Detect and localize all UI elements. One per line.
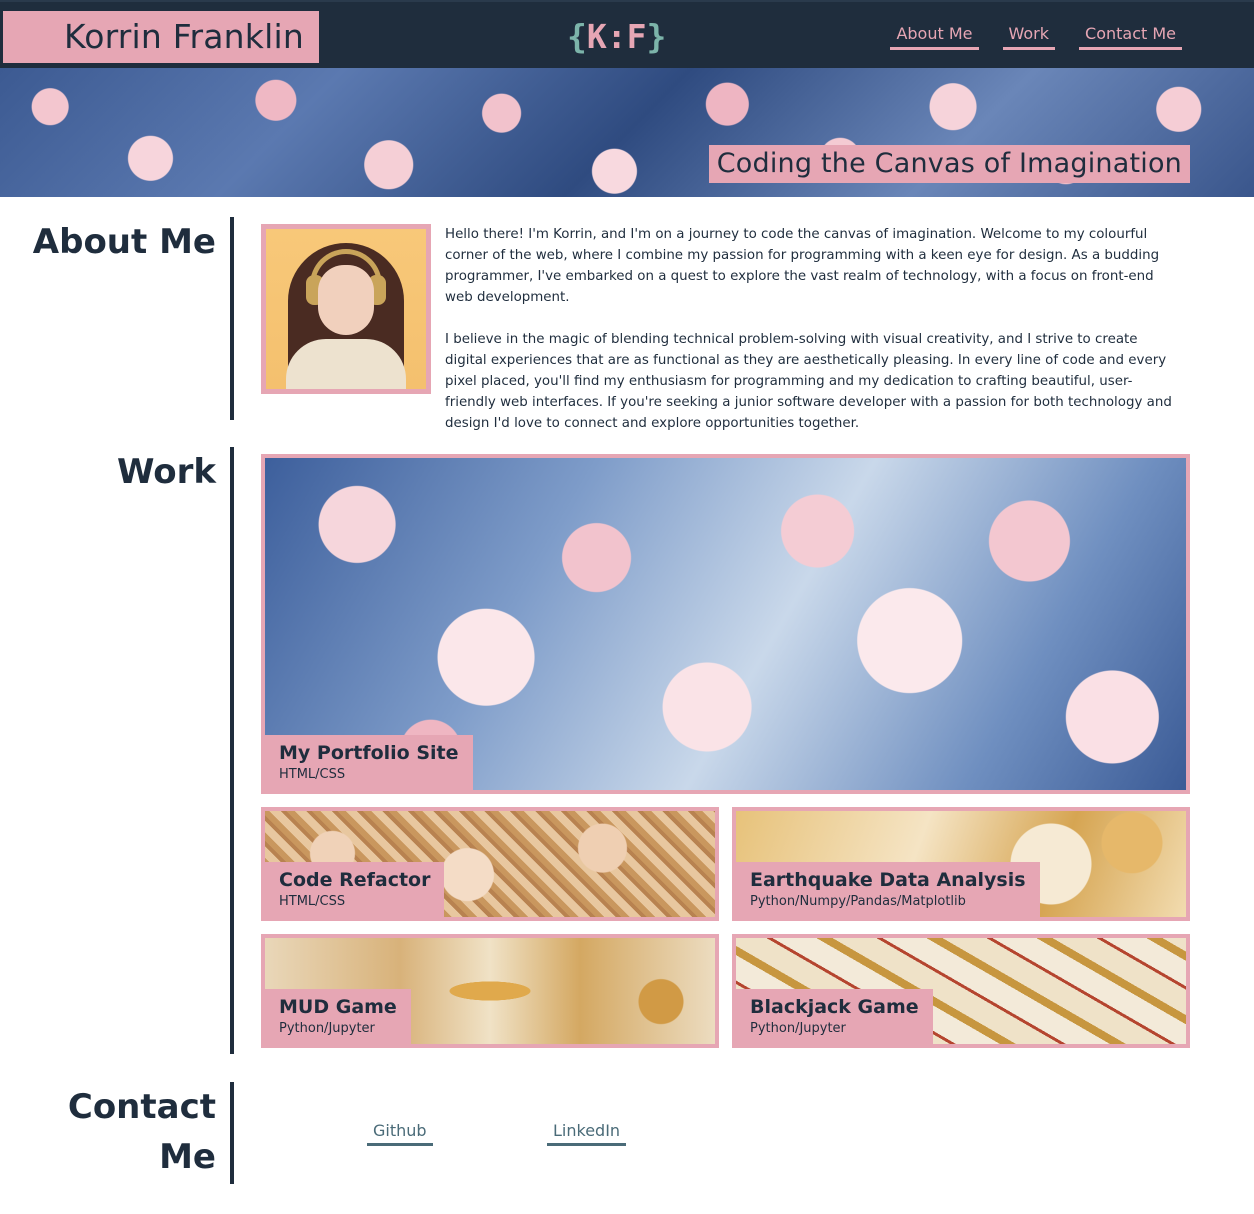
project-tech: HTML/CSS [279,767,346,782]
main-nav: About Me Work Contact Me [890,24,1182,50]
avatar-image [266,229,426,389]
project-title: Blackjack Game [750,996,919,1018]
project-title: Earthquake Data Analysis [750,869,1026,891]
project-title: Code Refactor [279,869,431,891]
contact-divider [230,1082,234,1184]
project-card-earthquake[interactable]: Earthquake Data Analysis Python/Numpy/Pa… [732,807,1190,921]
about-section-title: About Me [32,222,216,262]
about-paragraph-1: Hello there! I'm Korrin, and I'm on a jo… [445,227,1160,305]
project-tech: HTML/CSS [279,894,346,909]
about-paragraph-2: I believe in the magic of blending techn… [445,332,1172,431]
contact-title-line-1: Contact [67,1087,216,1127]
project-tech: Python/Jupyter [750,1021,846,1036]
project-title: My Portfolio Site [279,742,459,764]
project-title: MUD Game [279,996,397,1018]
project-tech: Python/Jupyter [279,1021,375,1036]
linkedin-link[interactable]: LinkedIn [547,1121,627,1146]
project-label: Code Refactor HTML/CSS [265,862,445,917]
about-divider [230,217,234,420]
github-link[interactable]: Github [367,1121,433,1146]
logo-initials: K:F [586,17,647,56]
about-text: Hello there! I'm Korrin, and I'm on a jo… [445,224,1175,434]
nav-contact-me[interactable]: Contact Me [1079,24,1182,50]
site-name[interactable]: Korrin Franklin [3,11,319,63]
project-tech: Python/Numpy/Pandas/Matplotlib [750,894,966,909]
nav-work[interactable]: Work [1002,24,1056,50]
contact-section-title: Contact Me [0,1082,216,1182]
logo[interactable]: {K:F} [567,12,666,62]
project-card-code-refactor[interactable]: Code Refactor HTML/CSS [261,807,719,921]
project-label: Blackjack Game Python/Jupyter [736,989,933,1044]
contact-title-line-2: Me [159,1137,216,1177]
project-label: Earthquake Data Analysis Python/Numpy/Pa… [736,862,1040,917]
project-label: My Portfolio Site HTML/CSS [265,735,473,790]
site-header: Korrin Franklin {K:F} About Me Work Cont… [0,0,1254,68]
hero-banner-image: Coding the Canvas of Imagination [0,68,1254,197]
logo-open-brace: { [567,17,587,56]
avatar [261,224,431,394]
project-card-mud-game[interactable]: MUD Game Python/Jupyter [261,934,719,1048]
logo-close-brace: } [646,17,667,56]
project-card-blackjack[interactable]: Blackjack Game Python/Jupyter [732,934,1190,1048]
work-divider [230,447,234,1054]
nav-about-me[interactable]: About Me [890,24,979,50]
project-label: MUD Game Python/Jupyter [265,989,411,1044]
work-section-title: Work [116,452,216,492]
banner-tagline: Coding the Canvas of Imagination [708,145,1190,183]
project-card-portfolio[interactable]: My Portfolio Site HTML/CSS [261,454,1190,794]
